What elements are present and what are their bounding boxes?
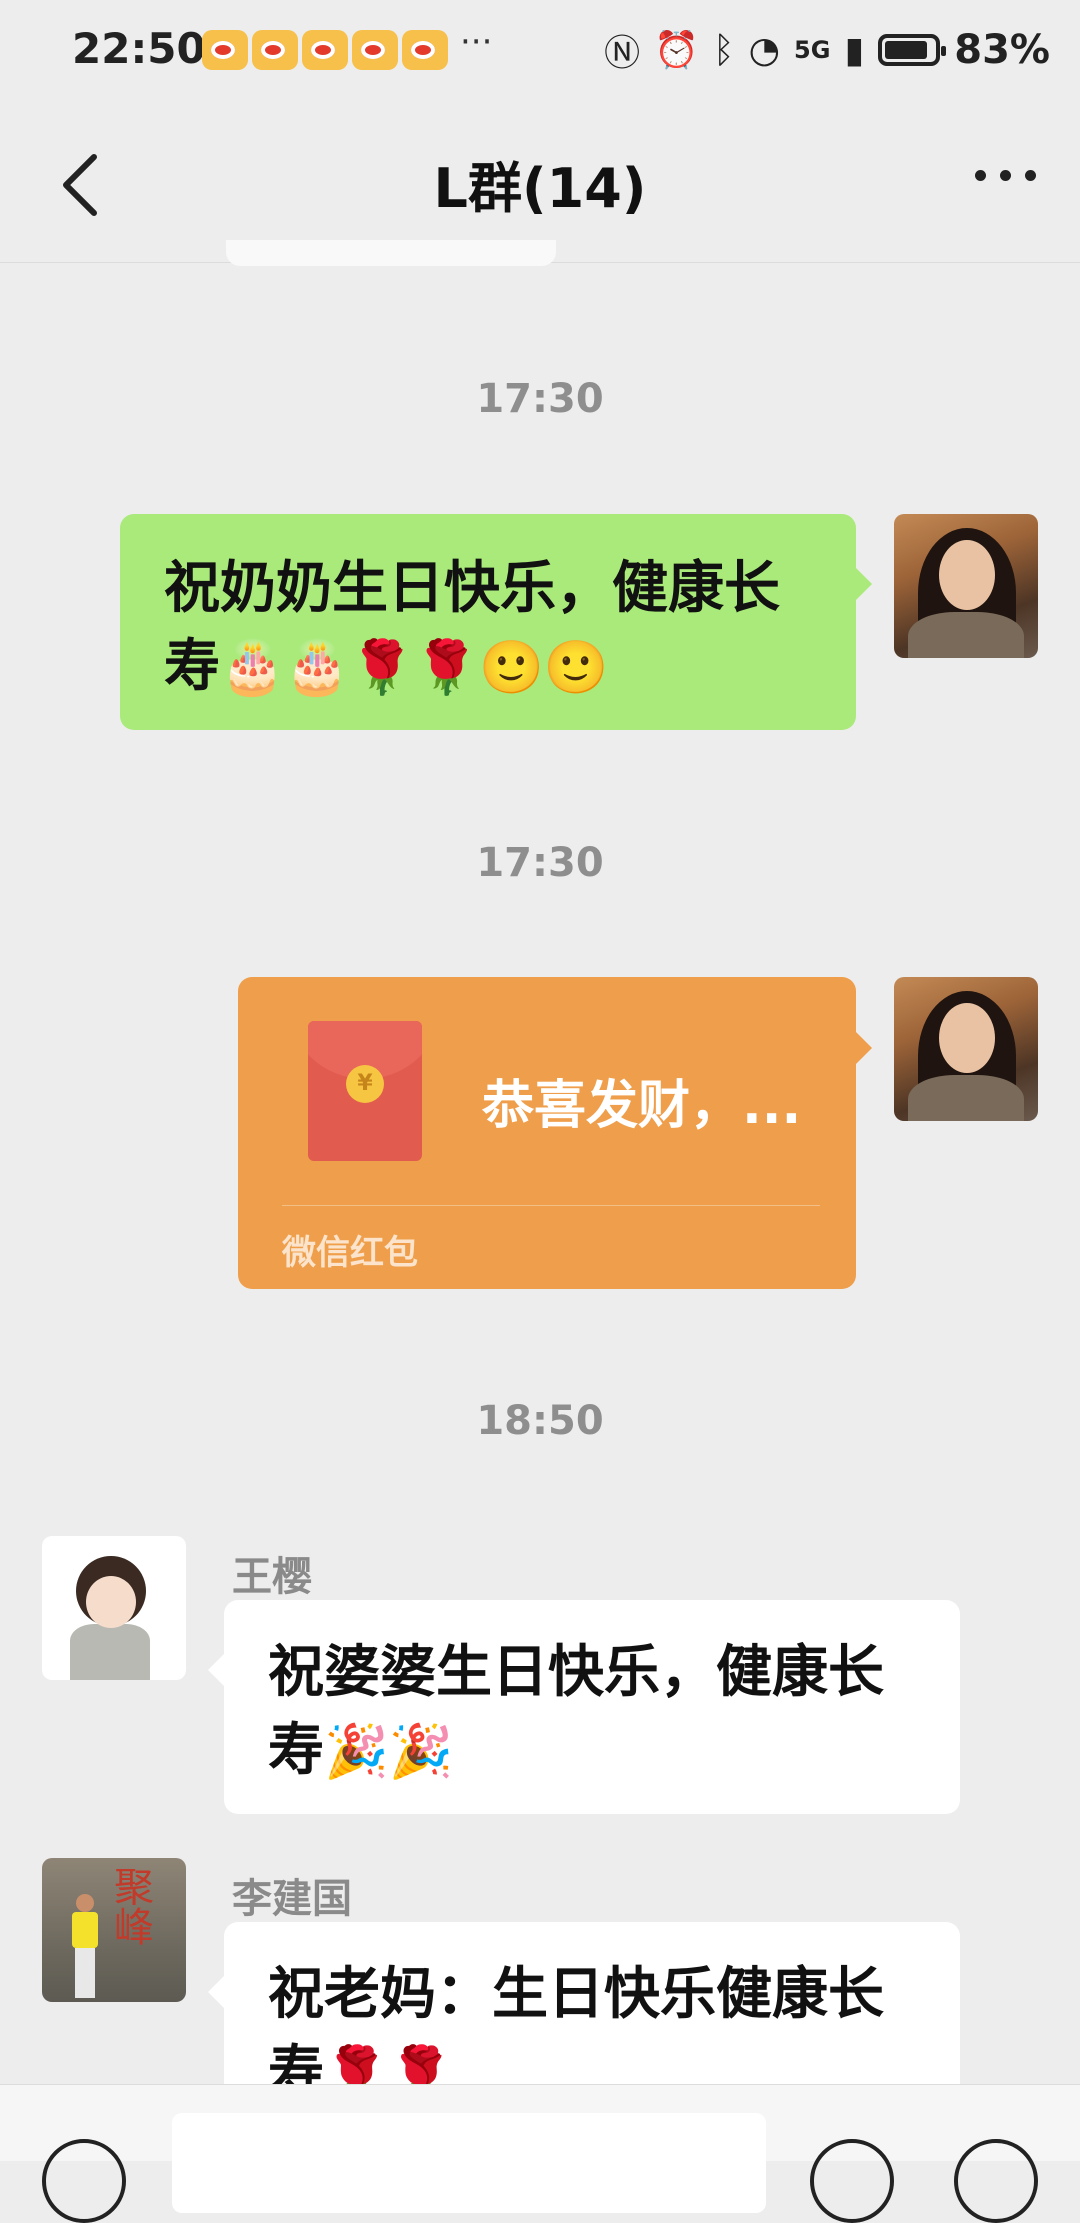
sender-name: 李建国 bbox=[232, 1876, 352, 1922]
status-bar: 22:50 ··· Ⓝ ⏰ ᛒ ◔ 5G ▮ 83% bbox=[0, 0, 1080, 100]
message-emojis: 🎉🎉 bbox=[324, 1722, 454, 1782]
battery-percent: 83% bbox=[954, 27, 1050, 73]
red-packet-title: 恭喜发财，... bbox=[482, 1076, 802, 1136]
signal-icon: ▮ bbox=[844, 29, 865, 71]
input-bar bbox=[0, 2084, 1080, 2223]
network-type: 5G bbox=[794, 36, 831, 64]
chat-header: L群(14) bbox=[0, 100, 1080, 263]
message-input[interactable] bbox=[172, 2113, 766, 2213]
bubble-tail bbox=[856, 568, 872, 600]
alarm-icon: ⏰ bbox=[654, 30, 699, 71]
weibo-notification-icon bbox=[402, 30, 448, 70]
weibo-notification-icon bbox=[252, 30, 298, 70]
sent-message-bubble[interactable]: 祝奶奶生日快乐，健康长寿🎂🎂🌹🌹🙂🙂 bbox=[120, 514, 856, 730]
message-timestamp: 17:30 bbox=[476, 376, 604, 422]
red-packet-message[interactable]: ¥ 恭喜发财，... 微信红包 bbox=[238, 977, 856, 1289]
avatar-rock-inscription: 聚峰 bbox=[114, 1865, 154, 1951]
weibo-notification-icon bbox=[352, 30, 398, 70]
bubble-tail bbox=[208, 1976, 224, 2008]
member-avatar-wang-ying[interactable] bbox=[42, 1536, 186, 1680]
voice-input-icon[interactable] bbox=[42, 2139, 126, 2223]
red-packet-label: 微信红包 bbox=[282, 1233, 418, 1273]
status-time: 22:50 bbox=[72, 24, 206, 73]
red-envelope-icon: ¥ bbox=[308, 1021, 422, 1161]
battery-icon bbox=[878, 34, 947, 66]
wifi-icon: ◔ bbox=[748, 29, 781, 71]
more-notifications-icon: ··· bbox=[460, 22, 493, 62]
more-options-icon[interactable] bbox=[975, 170, 1036, 181]
sender-name: 王樱 bbox=[232, 1554, 312, 1600]
weibo-notification-icon bbox=[302, 30, 348, 70]
bluetooth-icon: ᛒ bbox=[713, 29, 735, 71]
page-title: L群(14) bbox=[433, 157, 647, 220]
previous-message-edge bbox=[226, 240, 556, 266]
emoji-icon[interactable] bbox=[810, 2139, 894, 2223]
plus-icon[interactable] bbox=[954, 2139, 1038, 2223]
message-timestamp: 18:50 bbox=[476, 1398, 604, 1444]
message-timestamp: 17:30 bbox=[476, 840, 604, 886]
member-avatar-li-jianguo[interactable]: 聚峰 bbox=[42, 1858, 186, 2002]
self-avatar[interactable] bbox=[894, 514, 1038, 658]
bubble-tail bbox=[208, 1654, 224, 1686]
nfc-icon: Ⓝ bbox=[604, 33, 641, 74]
self-avatar[interactable] bbox=[894, 977, 1038, 1121]
received-message-bubble[interactable]: 祝婆婆生日快乐，健康长寿🎉🎉 bbox=[224, 1600, 960, 1814]
divider bbox=[282, 1205, 820, 1206]
weibo-notification-icon bbox=[202, 30, 248, 70]
yuan-coin-icon: ¥ bbox=[346, 1065, 384, 1103]
bubble-tail bbox=[856, 1032, 872, 1064]
message-emojis: 🎂🎂🌹🌹🙂🙂 bbox=[220, 638, 609, 698]
